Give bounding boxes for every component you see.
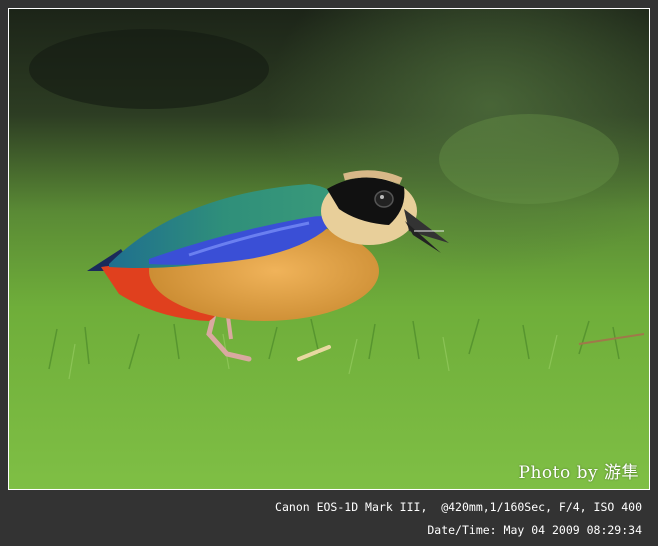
photo: Photo by 游隼 [8, 8, 650, 490]
exif-datetime: Date/Time: May 04 2009 08:29:34 [427, 523, 642, 537]
exif-camera-settings: Canon EOS-1D Mark III, @420mm,1/160Sec, … [275, 500, 642, 514]
photo-frame: Photo by 游隼 Canon EOS-1D Mark III, @420m… [0, 0, 658, 546]
bird-photo-illustration [9, 9, 649, 489]
photo-credit: Photo by 游隼 [518, 463, 639, 483]
